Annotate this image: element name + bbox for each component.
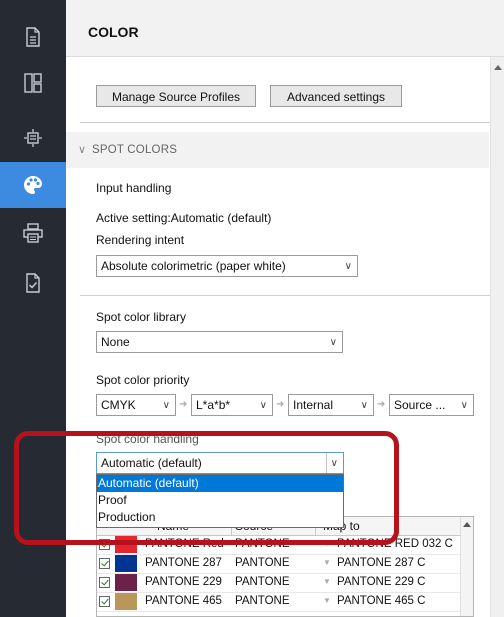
color-swatch xyxy=(115,555,137,572)
cell-source: PANTONE xyxy=(235,576,290,588)
color-settings-window: COLOR Manage Source Profiles Advanced se… xyxy=(0,0,504,617)
chevron-down-icon: ∨ xyxy=(344,261,352,272)
arrow-right-icon: ➜ xyxy=(179,399,188,410)
cell-name: PANTONE 465 xyxy=(145,595,222,607)
printer-icon xyxy=(23,223,43,243)
priority-value: Source ... xyxy=(394,398,446,412)
page-setup-icon xyxy=(24,129,42,147)
chevron-down-icon: ∨ xyxy=(460,400,468,411)
priority-value: L*a*b* xyxy=(196,398,231,412)
cell-map-to: PANTONE 229 C xyxy=(337,576,426,588)
scroll-up-icon[interactable] xyxy=(463,522,471,527)
rendering-intent-select[interactable]: Absolute colorimetric (paper white) ∨ xyxy=(96,255,358,277)
chevron-down-icon: ∨ xyxy=(259,400,267,411)
annotation-highlight xyxy=(14,431,399,545)
sidebar-item-preflight[interactable] xyxy=(0,260,66,306)
chevron-down-icon: ∨ xyxy=(78,144,87,156)
input-handling-label: Input handling xyxy=(96,181,172,195)
priority-select-1[interactable]: CMYK ∨ xyxy=(96,394,176,416)
table-scrollbar[interactable] xyxy=(460,517,473,616)
cell-source: PANTONE xyxy=(235,557,290,569)
cell-name: PANTONE 229 xyxy=(145,576,222,588)
spot-library-label: Spot color library xyxy=(96,310,187,324)
cell-name: PANTONE 287 xyxy=(145,557,222,569)
advanced-settings-button[interactable]: Advanced settings xyxy=(270,85,402,107)
cell-map-to: PANTONE 465 C xyxy=(337,595,426,607)
chevron-down-icon: ∨ xyxy=(360,400,368,411)
cell-source: PANTONE xyxy=(235,595,290,607)
row-checkbox[interactable] xyxy=(99,558,110,569)
scroll-up-icon[interactable] xyxy=(494,65,502,70)
sidebar-item-page-setup[interactable] xyxy=(0,115,66,161)
arrow-right-icon: ➜ xyxy=(276,399,285,410)
map-dropdown-icon[interactable]: ▼ xyxy=(323,558,331,567)
spot-priority-label: Spot color priority xyxy=(96,373,190,387)
row-checkbox[interactable] xyxy=(99,577,110,588)
sidebar-item-document[interactable] xyxy=(0,14,66,60)
priority-select-4[interactable]: Source ... ∨ xyxy=(389,394,474,416)
table-row[interactable]: PANTONE 287 PANTONE ▼ PANTONE 287 C xyxy=(97,555,473,574)
chevron-down-icon: ∨ xyxy=(329,337,337,348)
checked-document-icon xyxy=(26,273,40,293)
spot-colors-section-header[interactable]: ∨ SPOT COLORS xyxy=(66,132,489,168)
rendering-intent-value: Absolute colorimetric (paper white) xyxy=(101,259,286,273)
color-swatch xyxy=(115,574,137,591)
layout-panels-icon xyxy=(24,73,42,93)
sidebar-item-print[interactable] xyxy=(0,210,66,256)
header: COLOR xyxy=(66,0,504,57)
palette-icon xyxy=(24,176,42,194)
color-swatch xyxy=(115,593,137,610)
chevron-down-icon: ∨ xyxy=(162,400,170,411)
divider xyxy=(80,122,490,123)
active-setting-text: Active setting:Automatic (default) xyxy=(96,211,272,225)
map-dropdown-icon[interactable]: ▼ xyxy=(323,596,331,605)
divider xyxy=(80,295,490,296)
priority-value: Internal xyxy=(293,398,334,412)
manage-source-profiles-button[interactable]: Manage Source Profiles xyxy=(96,85,256,107)
priority-select-2[interactable]: L*a*b* ∨ xyxy=(191,394,273,416)
cell-map-to: PANTONE 287 C xyxy=(337,557,426,569)
priority-value: CMYK xyxy=(101,398,136,412)
spot-library-value: None xyxy=(101,335,130,349)
page-title: COLOR xyxy=(88,24,139,40)
section-title: SPOT COLORS xyxy=(92,144,178,156)
panel-scrollbar[interactable] xyxy=(490,57,504,617)
priority-select-3[interactable]: Internal ∨ xyxy=(288,394,374,416)
sidebar-item-color[interactable] xyxy=(0,162,66,208)
spot-library-select[interactable]: None ∨ xyxy=(96,331,343,353)
map-dropdown-icon[interactable]: ▼ xyxy=(323,577,331,586)
rendering-intent-label: Rendering intent xyxy=(96,233,185,247)
row-checkbox[interactable] xyxy=(99,596,110,607)
document-icon xyxy=(26,27,40,47)
sidebar-item-layout[interactable] xyxy=(0,60,66,106)
table-row[interactable]: PANTONE 465 PANTONE ▼ PANTONE 465 C xyxy=(97,593,473,612)
table-row[interactable]: PANTONE 229 PANTONE ▼ PANTONE 229 C xyxy=(97,574,473,593)
arrow-right-icon: ➜ xyxy=(377,399,386,410)
